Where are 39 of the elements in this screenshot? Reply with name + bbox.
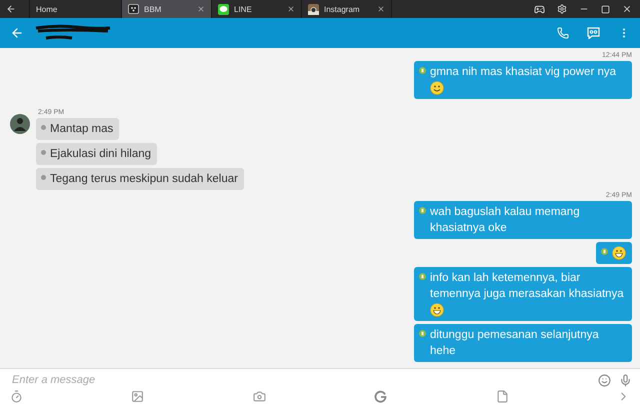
maximize-icon[interactable]: [601, 4, 610, 14]
gamepad-icon[interactable]: [534, 4, 545, 14]
camera-icon[interactable]: [252, 390, 266, 403]
message-bubble: ditunggu pemesanan selanjutnya hehe: [414, 324, 632, 362]
read-receipt-icon: [419, 67, 426, 74]
back-arrow-icon[interactable]: [6, 4, 16, 14]
close-icon[interactable]: [287, 5, 295, 13]
chat-app-icon: [128, 4, 139, 14]
chat-app-icon: [218, 4, 229, 14]
emoji-picker-icon[interactable]: [598, 374, 611, 386]
read-receipt-icon: [419, 330, 426, 337]
dot-icon: [41, 125, 46, 130]
message-bubble: wah baguslah kalau memang khasiatnya oke: [414, 201, 632, 239]
message-bubble: Ejakulasi dini hilang: [36, 143, 158, 165]
read-receipt-icon: [601, 248, 608, 255]
settings-icon[interactable]: [557, 4, 567, 14]
grinning-face-icon: [430, 302, 444, 317]
close-icon[interactable]: [622, 4, 632, 14]
dot-icon: [41, 150, 46, 155]
tab[interactable]: BBM: [122, 0, 212, 18]
message-bubble: gmna nih mas khasiat vig power nya: [414, 61, 632, 99]
message-bubble: Mantap mas: [36, 118, 120, 140]
phone-icon[interactable]: [557, 27, 569, 39]
smiley-icon: [430, 80, 444, 95]
dot-icon: [41, 175, 46, 180]
image-icon[interactable]: [131, 390, 144, 403]
video-chat-icon[interactable]: [587, 27, 600, 39]
timer-icon[interactable]: [10, 390, 23, 403]
message-bubble: Tegang terus meskipun sudah keluar: [36, 168, 244, 190]
avatar-icon: [10, 114, 30, 134]
microphone-icon[interactable]: [619, 374, 632, 386]
google-icon[interactable]: [374, 390, 388, 403]
read-receipt-icon: [419, 273, 426, 280]
camera-app-icon: [308, 4, 319, 14]
read-receipt-icon: [419, 207, 426, 214]
close-icon[interactable]: [377, 5, 385, 13]
grinning-face-icon: [612, 246, 626, 260]
document-icon[interactable]: [496, 390, 509, 403]
message-bubble: info kan lah ketemennya, biar temennya juga merasakan khasiatnya: [414, 267, 632, 321]
